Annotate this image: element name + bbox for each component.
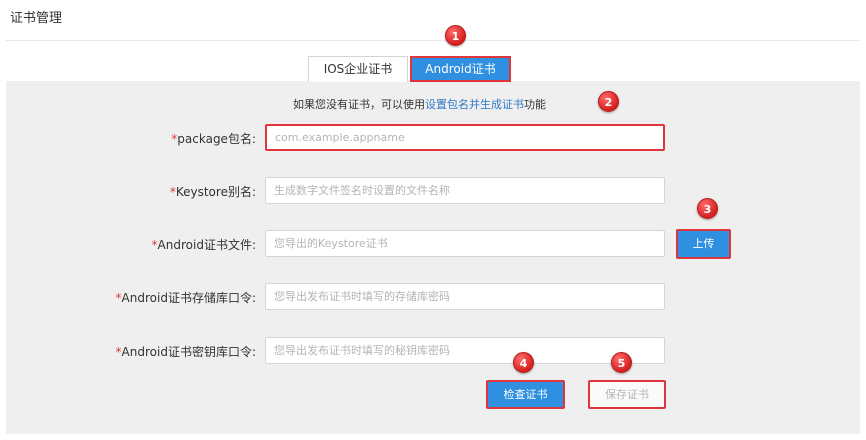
package-name-label: *package包名: (171, 132, 256, 146)
store-password-label: *Android证书存储库口令: (115, 291, 256, 305)
tab-android-certificate[interactable]: Android证书 (410, 56, 511, 82)
keystore-alias-label: *Keystore别名: (169, 185, 256, 199)
store-password-input[interactable] (265, 283, 665, 310)
hint-prefix: 如果您没有证书，可以使用 (293, 98, 425, 111)
upload-button[interactable]: 上传 (676, 229, 731, 259)
generate-certificate-link[interactable]: 设置包名并生成证书 (425, 98, 524, 111)
save-certificate-button[interactable]: 保存证书 (588, 380, 666, 409)
tab-ios-certificate[interactable]: IOS企业证书 (308, 56, 408, 82)
annotation-badge-3: 3 (697, 198, 718, 219)
annotation-badge-2: 2 (598, 91, 619, 112)
key-password-input[interactable] (265, 337, 665, 364)
hint-text: 如果您没有证书，可以使用设置包名并生成证书功能 (293, 96, 546, 112)
hint-suffix: 功能 (524, 98, 546, 111)
page-title: 证书管理 (10, 11, 63, 26)
title-divider (6, 40, 860, 41)
annotation-badge-4: 4 (513, 352, 534, 373)
check-certificate-button[interactable]: 检查证书 (486, 380, 565, 409)
android-certificate-file-input[interactable] (265, 230, 665, 257)
keystore-alias-input[interactable] (265, 177, 665, 204)
annotation-badge-1: 1 (445, 25, 466, 46)
key-password-label: *Android证书密钥库口令: (115, 345, 256, 359)
android-certificate-file-label: *Android证书文件: (151, 238, 256, 252)
annotation-badge-5: 5 (611, 352, 632, 373)
package-name-input[interactable] (265, 124, 665, 151)
